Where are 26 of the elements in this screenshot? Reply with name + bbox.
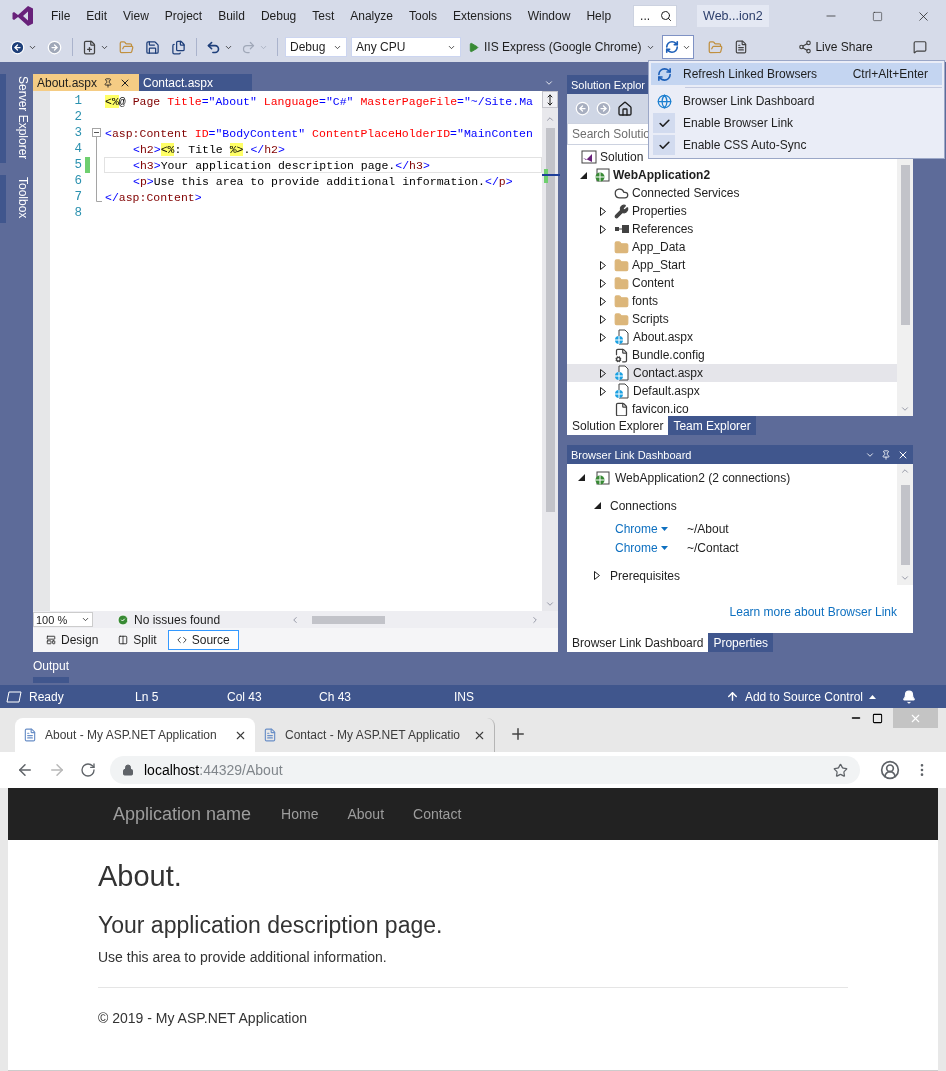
page-path: ~/About bbox=[687, 521, 730, 536]
line-number: 8 bbox=[73, 205, 83, 221]
line-number: 4 bbox=[73, 141, 83, 157]
page-heading: About. bbox=[98, 860, 183, 893]
panel-title: Browser Link Dashboard bbox=[571, 448, 692, 461]
issues-indicator: No issues found bbox=[117, 612, 221, 627]
footer-text: © 2019 - My ASP.NET Application bbox=[98, 1010, 309, 1026]
code-line: <p>Use this area to provide additional information.</p> bbox=[133, 175, 513, 188]
status-text: Ready bbox=[29, 689, 65, 704]
page-subheading: Your application description page. bbox=[98, 912, 444, 939]
line-number: 2 bbox=[73, 109, 83, 125]
status-text: Col 43 bbox=[227, 689, 263, 704]
code-line: </asp:Content> bbox=[105, 191, 202, 204]
line-number: 3 bbox=[73, 125, 83, 141]
page-text: Use this area to provide additional information. bbox=[98, 949, 388, 965]
solution-name: Web...ion2 bbox=[697, 5, 769, 27]
status-text: Ch 43 bbox=[319, 689, 353, 704]
code-line: <asp:Content ID="BodyContent" ContentPlaceHolderID="MainConten bbox=[105, 127, 533, 140]
line-number: 7 bbox=[73, 189, 83, 205]
status-text: Ln 5 bbox=[135, 689, 160, 704]
line-number: 6 bbox=[73, 173, 83, 189]
page-path: ~/Contact bbox=[687, 540, 740, 555]
code-line: <h3>Your application description page.</h3> bbox=[133, 159, 430, 172]
status-text: INS bbox=[454, 689, 474, 704]
line-number: 5 bbox=[73, 157, 83, 173]
line-number: 1 bbox=[73, 93, 83, 109]
